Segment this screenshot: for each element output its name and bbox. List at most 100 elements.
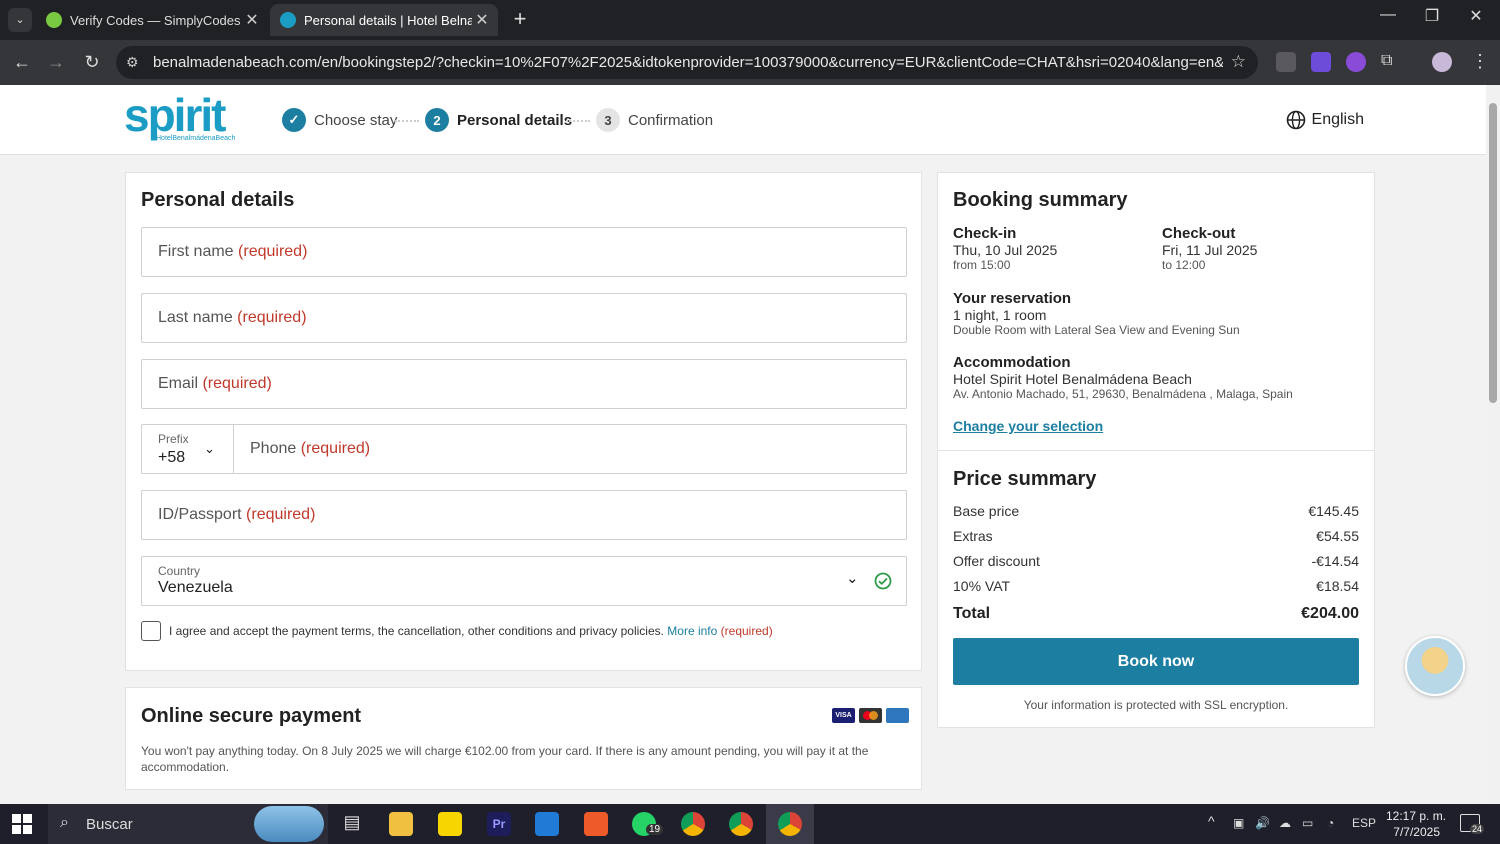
onedrive-icon[interactable]: ☁	[1279, 816, 1291, 830]
reload-icon[interactable]: ↻	[80, 50, 104, 74]
search-icon: ⌕	[60, 814, 69, 831]
reservation-block: Your reservation 1 night, 1 room Double …	[953, 290, 1240, 337]
whatsapp-badge: 19	[646, 824, 664, 835]
payment-note: You won't pay anything today. On 8 July …	[141, 744, 869, 774]
tab-personal-details[interactable]: Personal details | Hotel Belnalm ✕	[270, 4, 498, 36]
step-confirmation: 3 Confirmation	[596, 108, 713, 132]
brave-icon[interactable]	[584, 812, 608, 836]
puzzle-extensions-icon[interactable]: ⧉	[1381, 52, 1401, 72]
url-text[interactable]: benalmadenabeach.com/en/bookingstep2/?ch…	[153, 54, 1223, 71]
check-icon: ✓	[282, 108, 306, 132]
phone-field[interactable]: Phone (required)	[250, 440, 370, 458]
hotel-favicon-icon	[280, 12, 296, 28]
booking-summary-title: Booking summary	[953, 189, 1128, 211]
accommodation-block: Accommodation Hotel Spirit Hotel Benalmá…	[953, 354, 1293, 401]
price-row: Base price €145.45	[953, 503, 1359, 519]
taskbar-search[interactable]: ⌕ Buscar	[48, 804, 328, 844]
email-field[interactable]: Email (required)	[141, 359, 907, 409]
mastercard-icon	[859, 708, 882, 723]
browser-tab-bar: ⌄ Verify Codes — SimplyCodes ✕ Personal …	[0, 0, 1500, 40]
bookmark-star-icon[interactable]: ☆	[1231, 52, 1246, 72]
ssl-note: Your information is protected with SSL e…	[1023, 698, 1289, 712]
search-highlight-image	[254, 806, 324, 842]
first-name-field[interactable]: First name (required)	[141, 227, 907, 277]
spirit-logo[interactable]: spirit HotelBenalmádenaBeach	[124, 92, 239, 145]
language-indicator[interactable]: ESP	[1352, 816, 1376, 830]
terms-checkbox[interactable]	[141, 621, 161, 641]
chrome-icon[interactable]	[778, 812, 802, 836]
url-bar[interactable]: ⚙ benalmadenabeach.com/en/bookingstep2/?…	[116, 46, 1258, 79]
tab-simplycodes[interactable]: Verify Codes — SimplyCodes ✕	[36, 4, 268, 36]
language-selector[interactable]: English	[1286, 110, 1364, 130]
a-extension-icon[interactable]	[1311, 52, 1331, 72]
minimize-icon[interactable]: —	[1368, 6, 1408, 24]
chrome-icon[interactable]	[681, 812, 705, 836]
file-explorer-icon[interactable]	[389, 812, 413, 836]
tab-list-button[interactable]: ⌄	[8, 8, 32, 32]
page-scrollbar[interactable]	[1486, 85, 1500, 804]
purple-extension-icon[interactable]	[1346, 52, 1366, 72]
vscode-icon[interactable]	[535, 812, 559, 836]
terms-label: I agree and accept the payment terms, th…	[169, 624, 773, 638]
step-choose-stay[interactable]: ✓ Choose stay	[282, 108, 397, 132]
back-icon[interactable]: ←	[10, 50, 34, 74]
prefix-select[interactable]: Prefix +58 ⌄	[142, 425, 234, 473]
checkin-block: Check-in Thu, 10 Jul 2025 from 15:00	[953, 225, 1058, 272]
close-tab-icon[interactable]: ✕	[472, 10, 492, 30]
more-info-link[interactable]: More info	[667, 624, 717, 638]
payment-card: Online secure payment VISA You won't pay…	[125, 687, 922, 790]
clock[interactable]: 12:17 p. m. 7/7/2025	[1386, 808, 1446, 840]
windows-taskbar: ⌕ Buscar ▤ Pr 19 ^ ▣ 🔊 ☁ ▭ ◔ ESP 12:17 p…	[0, 804, 1500, 844]
payment-title: Online secure payment	[141, 705, 362, 727]
amex-icon	[886, 708, 909, 723]
site-header: spirit HotelBenalmádenaBeach ✓ Choose st…	[0, 85, 1486, 155]
forward-icon[interactable]: →	[44, 50, 68, 74]
valid-check-icon	[874, 572, 892, 590]
chat-assistant-avatar[interactable]	[1405, 636, 1465, 696]
price-row: 10% VAT €18.54	[953, 578, 1359, 594]
battery-icon[interactable]: ▭	[1302, 816, 1313, 830]
id-passport-field[interactable]: ID/Passport (required)	[141, 490, 907, 540]
web-page: spirit HotelBenalmádenaBeach ✓ Choose st…	[0, 85, 1486, 804]
menu-kebab-icon[interactable]: ⋮	[1470, 52, 1490, 72]
task-view-icon[interactable]: ▤	[340, 812, 364, 836]
profile-avatar-icon[interactable]	[1432, 52, 1452, 72]
chevron-up-icon[interactable]: ^	[1208, 813, 1215, 829]
volume-icon[interactable]: 🔊	[1255, 816, 1270, 830]
wifi-icon[interactable]: ◔	[1327, 816, 1334, 830]
book-now-button[interactable]: Book now	[953, 638, 1359, 685]
country-select[interactable]: Country Venezuela ⌄	[141, 556, 907, 606]
sticky-notes-icon[interactable]	[438, 812, 462, 836]
card-logos: VISA	[832, 708, 909, 723]
site-info-icon[interactable]: ⚙	[126, 54, 139, 71]
tab-title: Verify Codes — SimplyCodes	[70, 12, 241, 28]
tab-title: Personal details | Hotel Belnalm	[304, 12, 472, 28]
price-row: Extras €54.55	[953, 528, 1359, 544]
chevron-down-icon: ⌄	[846, 570, 859, 587]
chevron-down-icon: ⌄	[204, 441, 215, 456]
close-tab-icon[interactable]: ✕	[242, 10, 262, 30]
visa-icon: VISA	[832, 708, 855, 723]
shield-extension-icon[interactable]	[1276, 52, 1296, 72]
price-row: Offer discount -€14.54	[953, 553, 1359, 569]
new-tab-icon[interactable]: +	[508, 6, 532, 32]
windows-start-icon[interactable]	[12, 814, 32, 834]
phone-group: Prefix +58 ⌄ Phone (required)	[141, 424, 907, 474]
divider	[938, 450, 1374, 451]
last-name-field[interactable]: Last name (required)	[141, 293, 907, 343]
chrome-icon[interactable]	[729, 812, 753, 836]
close-window-icon[interactable]: ✕	[1456, 6, 1496, 26]
checkout-block: Check-out Fri, 11 Jul 2025 to 12:00	[1162, 225, 1258, 272]
booking-summary-card: Booking summary Check-in Thu, 10 Jul 202…	[937, 172, 1375, 728]
step-separator	[566, 120, 590, 122]
simplycodes-favicon-icon	[46, 12, 62, 28]
change-selection-link[interactable]: Change your selection	[953, 418, 1103, 434]
meet-icon[interactable]: ▣	[1233, 816, 1244, 830]
globe-icon	[1286, 110, 1305, 130]
price-summary-title: Price summary	[953, 468, 1097, 490]
step-separator	[395, 120, 419, 122]
restore-icon[interactable]: ❐	[1412, 6, 1452, 26]
personal-details-card: Personal details First name (required) L…	[125, 172, 922, 671]
scrollbar-thumb[interactable]	[1489, 103, 1497, 403]
premiere-icon[interactable]: Pr	[487, 812, 511, 836]
